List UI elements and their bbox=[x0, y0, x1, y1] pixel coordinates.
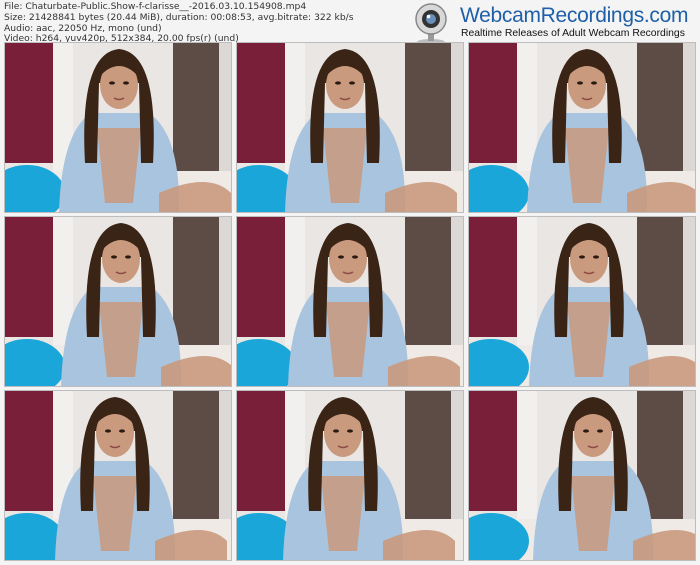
video-thumbnail bbox=[468, 42, 696, 213]
video-thumbnail bbox=[4, 42, 232, 213]
video-thumbnail bbox=[468, 390, 696, 561]
file-size-line: Size: 21428841 bytes (20.44 MiB), durati… bbox=[4, 11, 354, 23]
video-thumbnail bbox=[236, 216, 464, 387]
thumbnail-grid bbox=[4, 42, 696, 561]
video-thumbnail bbox=[236, 42, 464, 213]
file-info: File: Chaturbate-Public.Show-f-clarisse_… bbox=[4, 1, 354, 45]
brand-name: WebcamRecordings.com bbox=[460, 4, 689, 27]
webcam-icon bbox=[415, 3, 447, 45]
video-thumbnail bbox=[4, 216, 232, 387]
video-thumbnail bbox=[4, 390, 232, 561]
video-thumbnail bbox=[236, 390, 464, 561]
video-thumbnail bbox=[468, 216, 696, 387]
brand-tagline: Realtime Releases of Adult Webcam Record… bbox=[461, 28, 685, 39]
brand-logo: WebcamRecordings.com Realtime Releases o… bbox=[402, 2, 696, 45]
